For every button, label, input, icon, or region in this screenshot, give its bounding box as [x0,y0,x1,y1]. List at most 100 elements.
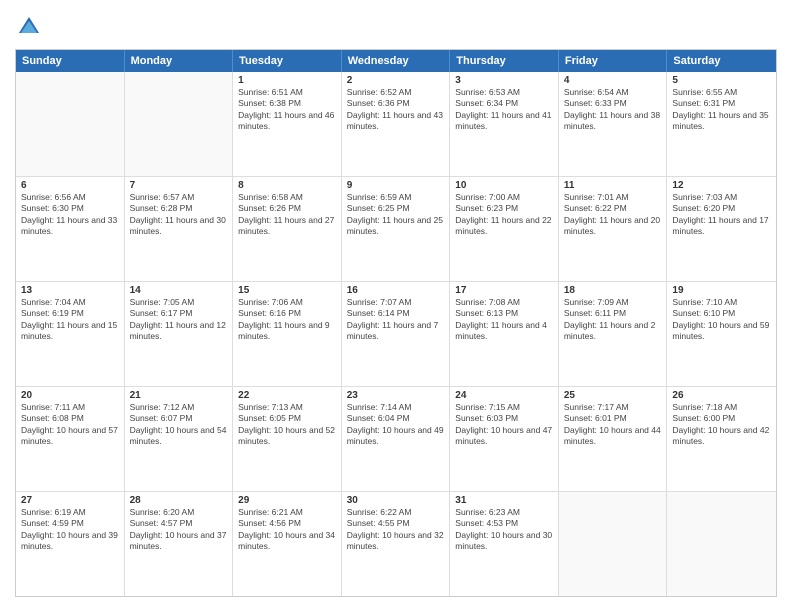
day-cell-16: 16Sunrise: 7:07 AM Sunset: 6:14 PM Dayli… [342,282,451,386]
day-cell-27: 27Sunrise: 6:19 AM Sunset: 4:59 PM Dayli… [16,492,125,596]
day-number: 10 [455,180,553,191]
weekday-header-sunday: Sunday [16,50,125,72]
day-info: Sunrise: 7:15 AM Sunset: 6:03 PM Dayligh… [455,402,553,448]
day-cell-30: 30Sunrise: 6:22 AM Sunset: 4:55 PM Dayli… [342,492,451,596]
empty-cell [125,72,234,176]
day-info: Sunrise: 6:59 AM Sunset: 6:25 PM Dayligh… [347,192,445,238]
calendar-header: SundayMondayTuesdayWednesdayThursdayFrid… [16,50,776,72]
day-info: Sunrise: 7:17 AM Sunset: 6:01 PM Dayligh… [564,402,662,448]
day-number: 13 [21,285,119,296]
day-cell-24: 24Sunrise: 7:15 AM Sunset: 6:03 PM Dayli… [450,387,559,491]
day-cell-21: 21Sunrise: 7:12 AM Sunset: 6:07 PM Dayli… [125,387,234,491]
empty-cell [16,72,125,176]
day-info: Sunrise: 7:05 AM Sunset: 6:17 PM Dayligh… [130,297,228,343]
weekday-header-tuesday: Tuesday [233,50,342,72]
header [15,15,777,39]
calendar-row-2: 6Sunrise: 6:56 AM Sunset: 6:30 PM Daylig… [16,177,776,282]
day-info: Sunrise: 6:56 AM Sunset: 6:30 PM Dayligh… [21,192,119,238]
day-number: 20 [21,390,119,401]
day-info: Sunrise: 6:20 AM Sunset: 4:57 PM Dayligh… [130,507,228,553]
logo-icon [17,15,41,39]
day-info: Sunrise: 6:57 AM Sunset: 6:28 PM Dayligh… [130,192,228,238]
day-info: Sunrise: 6:22 AM Sunset: 4:55 PM Dayligh… [347,507,445,553]
day-info: Sunrise: 7:09 AM Sunset: 6:11 PM Dayligh… [564,297,662,343]
day-info: Sunrise: 6:55 AM Sunset: 6:31 PM Dayligh… [672,87,771,133]
day-cell-31: 31Sunrise: 6:23 AM Sunset: 4:53 PM Dayli… [450,492,559,596]
day-cell-8: 8Sunrise: 6:58 AM Sunset: 6:26 PM Daylig… [233,177,342,281]
day-number: 25 [564,390,662,401]
day-cell-3: 3Sunrise: 6:53 AM Sunset: 6:34 PM Daylig… [450,72,559,176]
day-cell-6: 6Sunrise: 6:56 AM Sunset: 6:30 PM Daylig… [16,177,125,281]
day-info: Sunrise: 7:07 AM Sunset: 6:14 PM Dayligh… [347,297,445,343]
day-number: 18 [564,285,662,296]
day-cell-18: 18Sunrise: 7:09 AM Sunset: 6:11 PM Dayli… [559,282,668,386]
day-info: Sunrise: 6:19 AM Sunset: 4:59 PM Dayligh… [21,507,119,553]
day-number: 21 [130,390,228,401]
day-cell-11: 11Sunrise: 7:01 AM Sunset: 6:22 PM Dayli… [559,177,668,281]
day-number: 9 [347,180,445,191]
weekday-header-monday: Monday [125,50,234,72]
day-cell-14: 14Sunrise: 7:05 AM Sunset: 6:17 PM Dayli… [125,282,234,386]
empty-cell [559,492,668,596]
calendar-row-3: 13Sunrise: 7:04 AM Sunset: 6:19 PM Dayli… [16,282,776,387]
day-info: Sunrise: 6:58 AM Sunset: 6:26 PM Dayligh… [238,192,336,238]
day-number: 23 [347,390,445,401]
day-number: 19 [672,285,771,296]
day-cell-25: 25Sunrise: 7:17 AM Sunset: 6:01 PM Dayli… [559,387,668,491]
day-info: Sunrise: 7:04 AM Sunset: 6:19 PM Dayligh… [21,297,119,343]
day-cell-23: 23Sunrise: 7:14 AM Sunset: 6:04 PM Dayli… [342,387,451,491]
day-cell-7: 7Sunrise: 6:57 AM Sunset: 6:28 PM Daylig… [125,177,234,281]
day-number: 3 [455,75,553,86]
day-cell-15: 15Sunrise: 7:06 AM Sunset: 6:16 PM Dayli… [233,282,342,386]
calendar: SundayMondayTuesdayWednesdayThursdayFrid… [15,49,777,597]
day-cell-13: 13Sunrise: 7:04 AM Sunset: 6:19 PM Dayli… [16,282,125,386]
day-cell-2: 2Sunrise: 6:52 AM Sunset: 6:36 PM Daylig… [342,72,451,176]
day-number: 6 [21,180,119,191]
day-info: Sunrise: 7:10 AM Sunset: 6:10 PM Dayligh… [672,297,771,343]
day-number: 5 [672,75,771,86]
day-number: 1 [238,75,336,86]
day-info: Sunrise: 7:03 AM Sunset: 6:20 PM Dayligh… [672,192,771,238]
day-number: 8 [238,180,336,191]
day-info: Sunrise: 7:08 AM Sunset: 6:13 PM Dayligh… [455,297,553,343]
calendar-row-5: 27Sunrise: 6:19 AM Sunset: 4:59 PM Dayli… [16,492,776,596]
day-cell-4: 4Sunrise: 6:54 AM Sunset: 6:33 PM Daylig… [559,72,668,176]
day-cell-19: 19Sunrise: 7:10 AM Sunset: 6:10 PM Dayli… [667,282,776,386]
day-cell-17: 17Sunrise: 7:08 AM Sunset: 6:13 PM Dayli… [450,282,559,386]
page: SundayMondayTuesdayWednesdayThursdayFrid… [0,0,792,612]
day-info: Sunrise: 7:11 AM Sunset: 6:08 PM Dayligh… [21,402,119,448]
day-cell-22: 22Sunrise: 7:13 AM Sunset: 6:05 PM Dayli… [233,387,342,491]
day-number: 15 [238,285,336,296]
calendar-row-1: 1Sunrise: 6:51 AM Sunset: 6:38 PM Daylig… [16,72,776,177]
day-number: 12 [672,180,771,191]
day-number: 16 [347,285,445,296]
day-number: 11 [564,180,662,191]
day-cell-12: 12Sunrise: 7:03 AM Sunset: 6:20 PM Dayli… [667,177,776,281]
weekday-header-wednesday: Wednesday [342,50,451,72]
day-number: 28 [130,495,228,506]
day-info: Sunrise: 7:12 AM Sunset: 6:07 PM Dayligh… [130,402,228,448]
day-cell-29: 29Sunrise: 6:21 AM Sunset: 4:56 PM Dayli… [233,492,342,596]
day-number: 22 [238,390,336,401]
day-number: 4 [564,75,662,86]
day-info: Sunrise: 6:51 AM Sunset: 6:38 PM Dayligh… [238,87,336,133]
day-info: Sunrise: 7:06 AM Sunset: 6:16 PM Dayligh… [238,297,336,343]
day-info: Sunrise: 6:23 AM Sunset: 4:53 PM Dayligh… [455,507,553,553]
day-info: Sunrise: 6:52 AM Sunset: 6:36 PM Dayligh… [347,87,445,133]
weekday-header-friday: Friday [559,50,668,72]
day-number: 7 [130,180,228,191]
day-cell-28: 28Sunrise: 6:20 AM Sunset: 4:57 PM Dayli… [125,492,234,596]
day-number: 2 [347,75,445,86]
day-info: Sunrise: 7:13 AM Sunset: 6:05 PM Dayligh… [238,402,336,448]
day-cell-9: 9Sunrise: 6:59 AM Sunset: 6:25 PM Daylig… [342,177,451,281]
day-cell-26: 26Sunrise: 7:18 AM Sunset: 6:00 PM Dayli… [667,387,776,491]
day-cell-20: 20Sunrise: 7:11 AM Sunset: 6:08 PM Dayli… [16,387,125,491]
day-info: Sunrise: 7:14 AM Sunset: 6:04 PM Dayligh… [347,402,445,448]
day-number: 30 [347,495,445,506]
day-number: 26 [672,390,771,401]
day-info: Sunrise: 7:00 AM Sunset: 6:23 PM Dayligh… [455,192,553,238]
day-info: Sunrise: 6:54 AM Sunset: 6:33 PM Dayligh… [564,87,662,133]
weekday-header-saturday: Saturday [667,50,776,72]
day-cell-5: 5Sunrise: 6:55 AM Sunset: 6:31 PM Daylig… [667,72,776,176]
day-number: 27 [21,495,119,506]
